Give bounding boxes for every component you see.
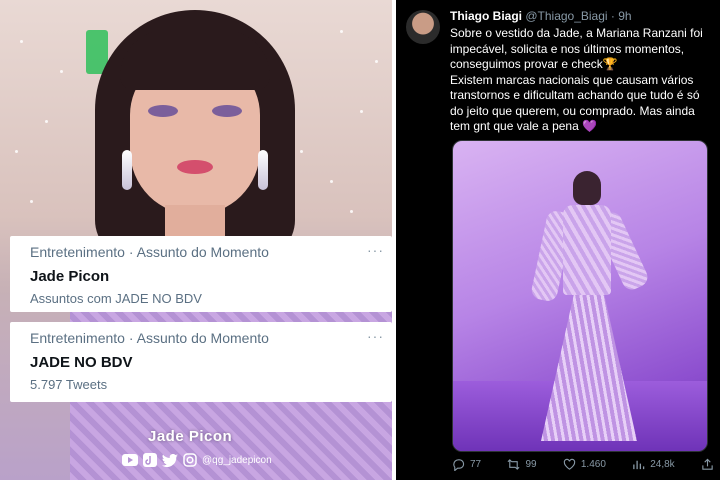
views-count: 24,8k — [650, 459, 675, 470]
tweet[interactable]: Thiago Biagi @Thiago_Biagi · 9h Sobre o … — [396, 0, 720, 480]
retweet-icon — [507, 459, 520, 470]
more-options-icon[interactable]: ··· — [367, 242, 384, 258]
left-photo-panel: Jade Picon @qg_jadepicon Entretenimento … — [0, 0, 392, 480]
trend-meta: Entretenimento · Assunto do Momento — [30, 330, 269, 346]
watermark-handle: @qg_jadepicon — [202, 454, 272, 466]
instagram-icon — [182, 452, 198, 468]
avatar[interactable] — [406, 10, 440, 44]
tweet-photo[interactable] — [452, 140, 708, 452]
youtube-icon — [122, 452, 138, 468]
share-icon — [702, 458, 713, 470]
trend-tweet-count: 5.797 Tweets — [30, 377, 108, 392]
trend-title: JADE NO BDV — [30, 354, 133, 371]
tweet-panel: Thiago Biagi @Thiago_Biagi · 9h Sobre o … — [396, 0, 720, 480]
twitter-icon — [162, 452, 178, 468]
retweet-count: 99 — [525, 459, 537, 470]
views-button[interactable]: 24,8k — [632, 458, 675, 471]
photo-subject-figure — [529, 171, 651, 441]
reply-icon — [453, 459, 465, 471]
trend-card-jade-no-bdv[interactable]: Entretenimento · Assunto do Momento JADE… — [10, 322, 392, 402]
trend-subtitle: Assuntos com JADE NO BDV — [30, 291, 202, 306]
author-handle[interactable]: @Thiago_Biagi — [525, 9, 607, 23]
tweet-paragraph-2: Existem marcas nacionais que causam vári… — [450, 72, 703, 134]
like-count: 1.460 — [580, 459, 606, 470]
heart-icon — [563, 458, 576, 470]
like-button[interactable]: 1.460 — [563, 458, 606, 471]
author-name[interactable]: Thiago Biagi — [450, 9, 522, 23]
retweet-button[interactable]: 99 — [507, 458, 537, 471]
tiktok-icon — [142, 452, 158, 468]
watermark-name: Jade Picon — [148, 428, 233, 445]
share-button[interactable] — [701, 458, 714, 471]
tweet-actions: 77 99 1.460 24,8k — [452, 458, 714, 471]
trend-title: Jade Picon — [30, 268, 110, 285]
tweet-text: Sobre o vestido da Jade, a Mariana Ranza… — [450, 26, 714, 135]
tweet-time[interactable]: · 9h — [611, 9, 632, 23]
reply-count: 77 — [470, 459, 482, 470]
trend-card-jade-picon[interactable]: Entretenimento · Assunto do Momento Jade… — [10, 236, 392, 312]
tweet-paragraph-1: Sobre o vestido da Jade, a Mariana Ranza… — [450, 26, 707, 71]
trend-meta: Entretenimento · Assunto do Momento — [30, 244, 269, 260]
watermark-social-row: @qg_jadepicon — [122, 452, 272, 468]
analytics-icon — [633, 460, 645, 470]
reply-button[interactable]: 77 — [452, 458, 481, 471]
screenshot-root: Jade Picon @qg_jadepicon Entretenimento … — [0, 0, 720, 480]
more-options-icon[interactable]: ··· — [367, 328, 384, 344]
tweet-header: Thiago Biagi @Thiago_Biagi · 9h — [450, 9, 632, 23]
